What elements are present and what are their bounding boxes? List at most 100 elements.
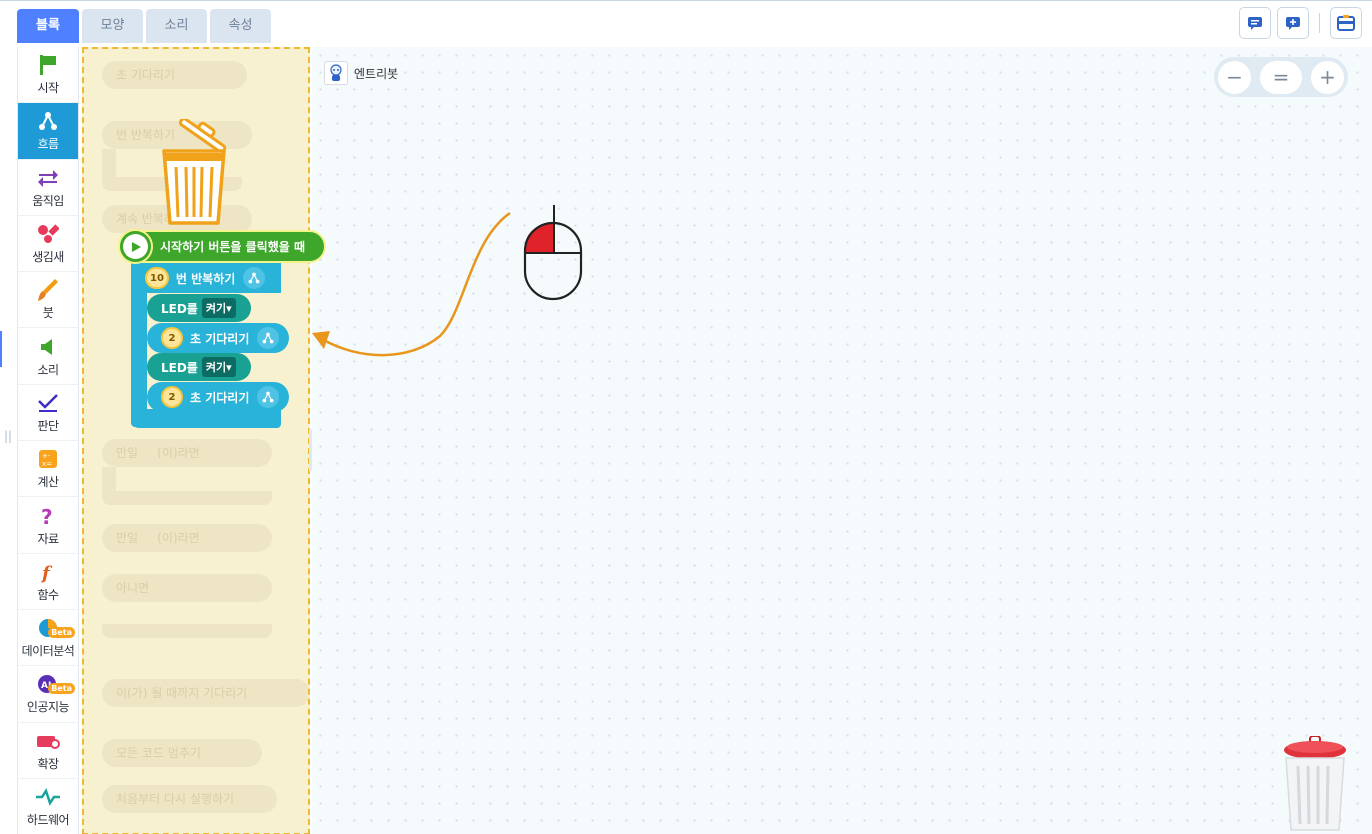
trash-can-open-icon bbox=[160, 117, 236, 233]
wait-seconds-input[interactable]: 2 bbox=[161, 327, 183, 349]
svg-text:f: f bbox=[40, 563, 53, 583]
zoom-reset-button[interactable]: = bbox=[1260, 60, 1302, 94]
category-label: 시작 bbox=[37, 81, 59, 96]
tab-shapes[interactable]: 모양 bbox=[82, 9, 143, 43]
brush-icon bbox=[38, 279, 58, 302]
trash-can-icon[interactable] bbox=[1282, 735, 1350, 834]
object-name: 엔트리봇 bbox=[354, 66, 399, 81]
ghost-block: 만일 (이)라면 bbox=[102, 524, 272, 552]
category-calc[interactable]: +- x= 계산 bbox=[18, 441, 78, 498]
tab-sounds[interactable]: 소리 bbox=[146, 9, 207, 43]
flow-icon bbox=[243, 267, 266, 289]
ghost-block: 모든 코드 멈추기 bbox=[102, 739, 262, 767]
wait-label: 초 기다리기 bbox=[190, 390, 250, 405]
category-label: 하드웨어 bbox=[26, 813, 70, 827]
category-label: 확장 bbox=[37, 756, 59, 771]
flow-icon bbox=[257, 386, 280, 408]
led-state-dropdown[interactable]: 켜기▾ bbox=[201, 298, 236, 318]
start-block-label: 시작하기 버튼을 클릭했을 때 bbox=[160, 240, 306, 254]
ghost-block: 처음부터 다시 실행하기 bbox=[102, 785, 277, 813]
tab-properties[interactable]: 속성 bbox=[210, 9, 271, 43]
wait-seconds-input[interactable]: 2 bbox=[161, 386, 183, 408]
category-judgement[interactable]: 판단 bbox=[18, 385, 78, 442]
speaker-icon bbox=[41, 338, 52, 355]
beta-badge: Beta bbox=[48, 683, 75, 695]
ghost-block-foot bbox=[102, 491, 272, 505]
svg-text:?: ? bbox=[41, 505, 53, 527]
ghost-block-side bbox=[102, 149, 116, 179]
add-comment-button[interactable] bbox=[1277, 7, 1309, 39]
category-label: 자료 bbox=[37, 531, 59, 546]
beta-badge: Beta bbox=[48, 626, 75, 638]
led-set-block[interactable]: LED를 켜기▾ bbox=[147, 294, 251, 322]
storage-button[interactable] bbox=[1330, 7, 1362, 39]
category-sound[interactable]: 소리 bbox=[18, 328, 78, 385]
led-state-dropdown[interactable]: 켜기▾ bbox=[201, 357, 236, 377]
led-label: LED를 bbox=[161, 360, 198, 375]
category-label: 함수 bbox=[37, 587, 59, 602]
wait-seconds-block[interactable]: 2 초 기다리기 bbox=[147, 323, 289, 353]
category-data[interactable]: ? 자료 bbox=[18, 497, 78, 554]
zoom-out-button[interactable]: − bbox=[1218, 60, 1251, 94]
ghost-block: 초 기다리기 bbox=[102, 61, 247, 89]
flow-icon bbox=[39, 112, 57, 131]
ghost-block-foot bbox=[102, 624, 272, 638]
category-extension[interactable]: 확장 bbox=[18, 723, 78, 779]
category-label: 붓 bbox=[42, 306, 54, 321]
category-label: 생김새 bbox=[32, 250, 64, 265]
hardware-icon bbox=[36, 788, 60, 806]
flag-icon bbox=[40, 55, 56, 76]
category-brush[interactable]: 붓 bbox=[18, 272, 78, 329]
category-function[interactable]: f 함수 bbox=[18, 554, 78, 610]
check-icon bbox=[38, 394, 58, 412]
category-label: 계산 bbox=[37, 475, 59, 490]
category-data-analysis[interactable]: Beta 데이터분석 bbox=[18, 610, 78, 667]
current-object: 엔트리봇 bbox=[324, 61, 398, 85]
category-hardware[interactable]: 하드웨어 bbox=[18, 779, 78, 834]
editor-tabs: 블록 모양 소리 속성 bbox=[17, 9, 271, 43]
category-ai[interactable]: AI Beta 인공지능 bbox=[18, 666, 78, 723]
extension-icon bbox=[37, 735, 60, 749]
category-label: 소리 bbox=[37, 362, 59, 377]
drag-direction-arrow bbox=[312, 211, 511, 357]
code-workspace[interactable]: 엔트리봇 − = + bbox=[312, 47, 1372, 834]
zoom-controls: − = + bbox=[1214, 57, 1348, 97]
block-category-sidebar: 시작 흐름 움직임 생김새 붓 소리 판단 +- x= 계산 ? 자료 f 함수… bbox=[17, 47, 79, 834]
move-arrows-icon bbox=[38, 169, 58, 187]
category-label: 흐름 bbox=[37, 137, 59, 152]
wait-label: 초 기다리기 bbox=[190, 331, 250, 346]
question-icon: ? bbox=[41, 505, 53, 527]
mouse-left-click-icon bbox=[523, 205, 585, 305]
category-label: 판단 bbox=[37, 418, 59, 433]
sidebar-edge-indicator bbox=[0, 331, 2, 367]
wait-seconds-block[interactable]: 2 초 기다리기 bbox=[147, 382, 289, 412]
category-label: 데이터분석 bbox=[21, 644, 75, 659]
tab-blocks[interactable]: 블록 bbox=[17, 9, 79, 43]
play-icon bbox=[118, 229, 153, 264]
add-comment-icon bbox=[1286, 17, 1300, 30]
repeat-count-input[interactable]: 10 bbox=[145, 267, 169, 289]
repeat-n-times-block[interactable]: 10 번 반복하기 bbox=[131, 263, 281, 293]
category-looks[interactable]: 생김새 bbox=[18, 216, 78, 273]
svg-text:+-: +- bbox=[42, 452, 51, 460]
category-flow[interactable]: 흐름 bbox=[18, 103, 78, 160]
category-move[interactable]: 움직임 bbox=[18, 160, 78, 216]
toolbar-divider bbox=[1319, 13, 1320, 33]
entry-editor: 블록 모양 소리 속성 시작 흐름 움직임 생김새 붓 소리 판단 +- x= … bbox=[0, 0, 1372, 834]
object-thumbnail bbox=[324, 61, 348, 85]
looks-shapes-icon bbox=[38, 224, 59, 244]
category-start[interactable]: 시작 bbox=[18, 47, 78, 104]
ghost-block: 이(가) 될 때까지 기다리기 bbox=[102, 679, 308, 707]
led-set-block[interactable]: LED를 켜기▾ bbox=[147, 353, 251, 381]
storage-box-icon bbox=[1337, 15, 1355, 31]
flow-icon bbox=[257, 327, 280, 349]
category-label: 인공지능 bbox=[26, 700, 70, 715]
svg-text:x=: x= bbox=[42, 460, 52, 468]
ghost-block: 만일 (이)라면 bbox=[102, 439, 272, 467]
ghost-block: 아니면 bbox=[102, 574, 272, 602]
calculator-icon: +-x= bbox=[39, 450, 57, 469]
category-label: 움직임 bbox=[32, 193, 64, 208]
panel-resize-grip[interactable]: || bbox=[4, 429, 12, 443]
zoom-in-button[interactable]: + bbox=[1311, 60, 1344, 94]
comment-button[interactable] bbox=[1239, 7, 1271, 39]
